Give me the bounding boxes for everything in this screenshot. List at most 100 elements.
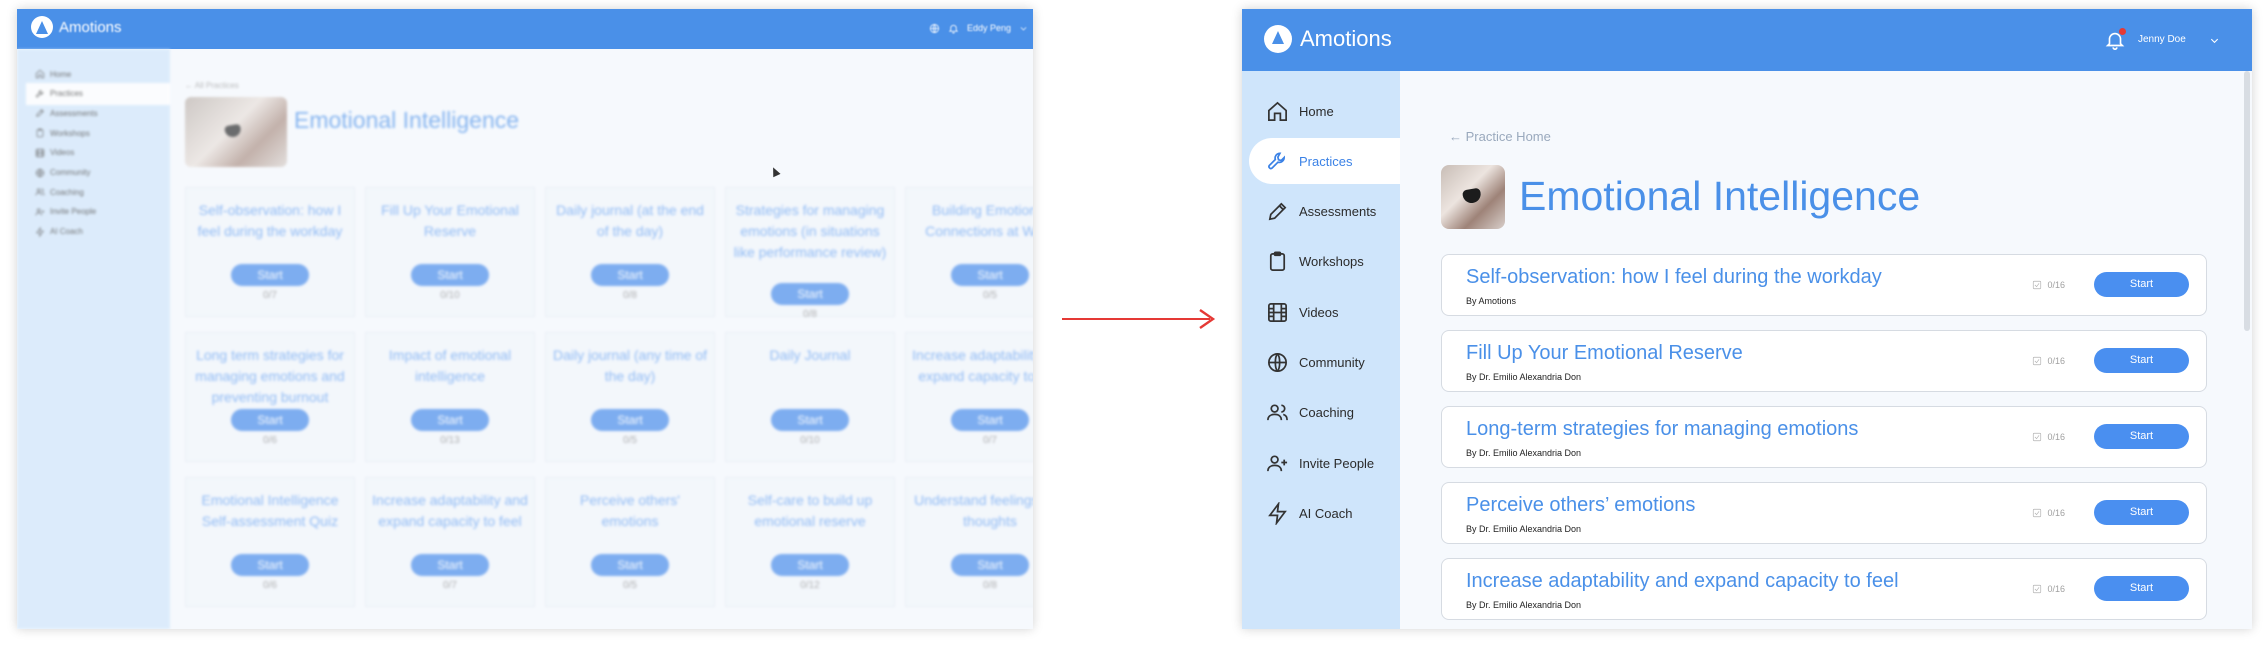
start-button[interactable]: Start (591, 264, 669, 286)
practice-card[interactable]: Self-observation: how I feel during the … (185, 187, 355, 317)
practice-row[interactable]: Perceive others’ emotions By Dr. Emilio A… (1441, 482, 2207, 544)
practice-card[interactable]: Daily Journal Start 0/10 (725, 332, 895, 462)
practice-card[interactable]: Strategies for managing emotions (in sit… (725, 187, 895, 320)
practice-title[interactable]: Fill Up Your Emotional Reserve (1466, 342, 1743, 365)
sidebar-item-invite-people[interactable]: Invite People (1249, 440, 1400, 486)
practice-row[interactable]: Long-term strategies for managing emotio… (1441, 406, 2207, 468)
start-button[interactable]: Start (2094, 272, 2189, 297)
sidebar-item-practices[interactable]: Practices (26, 82, 170, 105)
practice-card[interactable]: Daily journal (any time of the day) Start… (545, 332, 715, 462)
sidebar: Home Practices Assessments Workshops Videos C… (17, 49, 170, 629)
user-plus-icon (1266, 452, 1289, 475)
sidebar-item-community[interactable]: Community (26, 162, 170, 184)
practice-title[interactable]: Perceive others’ emotions (1466, 494, 1695, 517)
app-logo[interactable]: Amotions (1264, 25, 1392, 53)
sidebar-item-community[interactable]: Community (1249, 340, 1400, 386)
card-title: Emotional Intelligence Self-assessment Q… (201, 492, 339, 529)
breadcrumb-link[interactable]: ← Practice Home (1449, 129, 1551, 144)
sidebar-item-label: Practices (1299, 153, 1353, 169)
sidebar-item-home[interactable]: Home (26, 63, 170, 85)
card-title: Building Emotional Connections at Work (925, 202, 1033, 239)
card-title: Understand feelings and thoughts (914, 492, 1033, 529)
bolt-icon (1266, 502, 1289, 525)
user-name[interactable]: Eddy Peng (967, 23, 1011, 33)
card-title: Self-observation: how I feel during the … (197, 202, 343, 239)
practice-card[interactable]: Fill Up Your Emotional Reserve Start 0/10 (365, 187, 535, 317)
practice-card[interactable]: Increase adaptability and expand capacit… (365, 477, 535, 607)
scrollbar[interactable] (2244, 71, 2250, 331)
practice-card[interactable]: Perceive others' emotions Start 0/5 (545, 477, 715, 607)
sidebar-item-label: Coaching (1299, 405, 1354, 421)
practice-card[interactable]: Daily journal (at the end of the day) Sta… (545, 187, 715, 317)
start-button[interactable]: Start (2094, 424, 2189, 449)
chevron-down-icon[interactable] (2209, 35, 2220, 46)
logo-mark-icon (31, 16, 53, 38)
app-logo[interactable]: Amotions (31, 16, 122, 38)
sidebar-item-home[interactable]: Home (1249, 88, 1400, 134)
users-icon (1266, 401, 1289, 424)
home-icon (35, 69, 45, 79)
logo-mark-icon (1264, 25, 1292, 53)
practice-card[interactable]: Long term strategies for managing emotio… (185, 332, 355, 462)
sidebar-item-label: Workshops (50, 128, 90, 138)
start-button[interactable]: Start (771, 409, 849, 431)
start-button[interactable]: Start (771, 283, 849, 305)
practice-author: By Dr. Emilio Alexandria Don (1466, 600, 1582, 610)
progress-count: 0/7 (443, 580, 457, 591)
transition-arrow-line (1062, 318, 1210, 320)
start-button[interactable]: Start (231, 554, 309, 576)
progress-count: 0/16 (2032, 508, 2065, 518)
start-button[interactable]: Start (591, 409, 669, 431)
practice-row[interactable]: Self-observation: how I feel during the … (1441, 254, 2207, 316)
start-button[interactable]: Start (951, 264, 1029, 286)
practice-card[interactable]: Understand feelings and thoughts Start 0/8 (905, 477, 1033, 607)
user-name[interactable]: Jenny Doe (2138, 34, 2186, 45)
start-button[interactable]: Start (2094, 576, 2189, 601)
card-title: Impact of emotional intelligence (388, 347, 512, 384)
start-button[interactable]: Start (2094, 500, 2189, 525)
topic-thumbnail (185, 97, 287, 167)
sidebar-item-workshops[interactable]: Workshops (1249, 239, 1400, 285)
pencil-icon (1266, 200, 1289, 223)
start-button[interactable]: Start (411, 264, 489, 286)
sidebar-item-coaching[interactable]: Coaching (1249, 390, 1400, 436)
progress-count: 0/7 (263, 290, 277, 301)
clipboard-icon (35, 128, 45, 138)
practice-card[interactable]: Self-care to build up emotional reserve S… (725, 477, 895, 607)
settings-icon[interactable] (929, 23, 940, 34)
sidebar-item-workshops[interactable]: Workshops (26, 122, 170, 144)
sidebar-item-assessments[interactable]: Assessments (26, 102, 170, 124)
sidebar-item-coaching[interactable]: Coaching (26, 181, 170, 203)
start-button[interactable]: Start (2094, 348, 2189, 373)
sidebar-item-ai-coach[interactable]: AI Coach (1249, 490, 1400, 536)
start-button[interactable]: Start (951, 409, 1029, 431)
practice-title[interactable]: Long-term strategies for managing emotio… (1466, 418, 1858, 441)
sidebar-item-videos[interactable]: Videos (26, 142, 170, 164)
sidebar-item-assessments[interactable]: Assessments (1249, 189, 1400, 235)
practice-title[interactable]: Increase adaptability and expand capacit… (1466, 570, 1899, 593)
start-button[interactable]: Start (411, 554, 489, 576)
progress-count: 0/10 (800, 435, 820, 446)
practice-card[interactable]: Increase adaptability and expand capacit… (905, 332, 1033, 462)
sidebar-item-practices[interactable]: Practices (1249, 138, 1400, 185)
start-button[interactable]: Start (231, 409, 309, 431)
practice-title[interactable]: Self-observation: how I feel during the … (1466, 266, 1882, 289)
bell-icon[interactable] (948, 23, 959, 34)
practice-card[interactable]: Impact of emotional intelligence Start 0/1… (365, 332, 535, 462)
breadcrumb[interactable]: ← All Practices (185, 81, 239, 90)
sidebar-item-invite-people[interactable]: Invite People (26, 201, 170, 223)
sidebar-item-videos[interactable]: Videos (1249, 289, 1400, 335)
start-button[interactable]: Start (231, 264, 309, 286)
progress-count-label: 0/16 (2047, 508, 2065, 518)
practice-card[interactable]: Emotional Intelligence Self-assessment Q… (185, 477, 355, 607)
start-button[interactable]: Start (411, 409, 489, 431)
chevron-down-icon[interactable] (1019, 24, 1028, 33)
sidebar-item-label: Community (1299, 355, 1365, 370)
practice-row[interactable]: Fill Up Your Emotional Reserve By Dr. Emi… (1441, 330, 2207, 392)
start-button[interactable]: Start (771, 554, 849, 576)
practice-card[interactable]: Building Emotional Connections at Work St… (905, 187, 1033, 317)
start-button[interactable]: Start (951, 554, 1029, 576)
sidebar-item-ai-coach[interactable]: AI Coach (26, 221, 170, 243)
start-button[interactable]: Start (591, 554, 669, 576)
practice-row[interactable]: Increase adaptability and expand capacit… (1441, 558, 2207, 620)
